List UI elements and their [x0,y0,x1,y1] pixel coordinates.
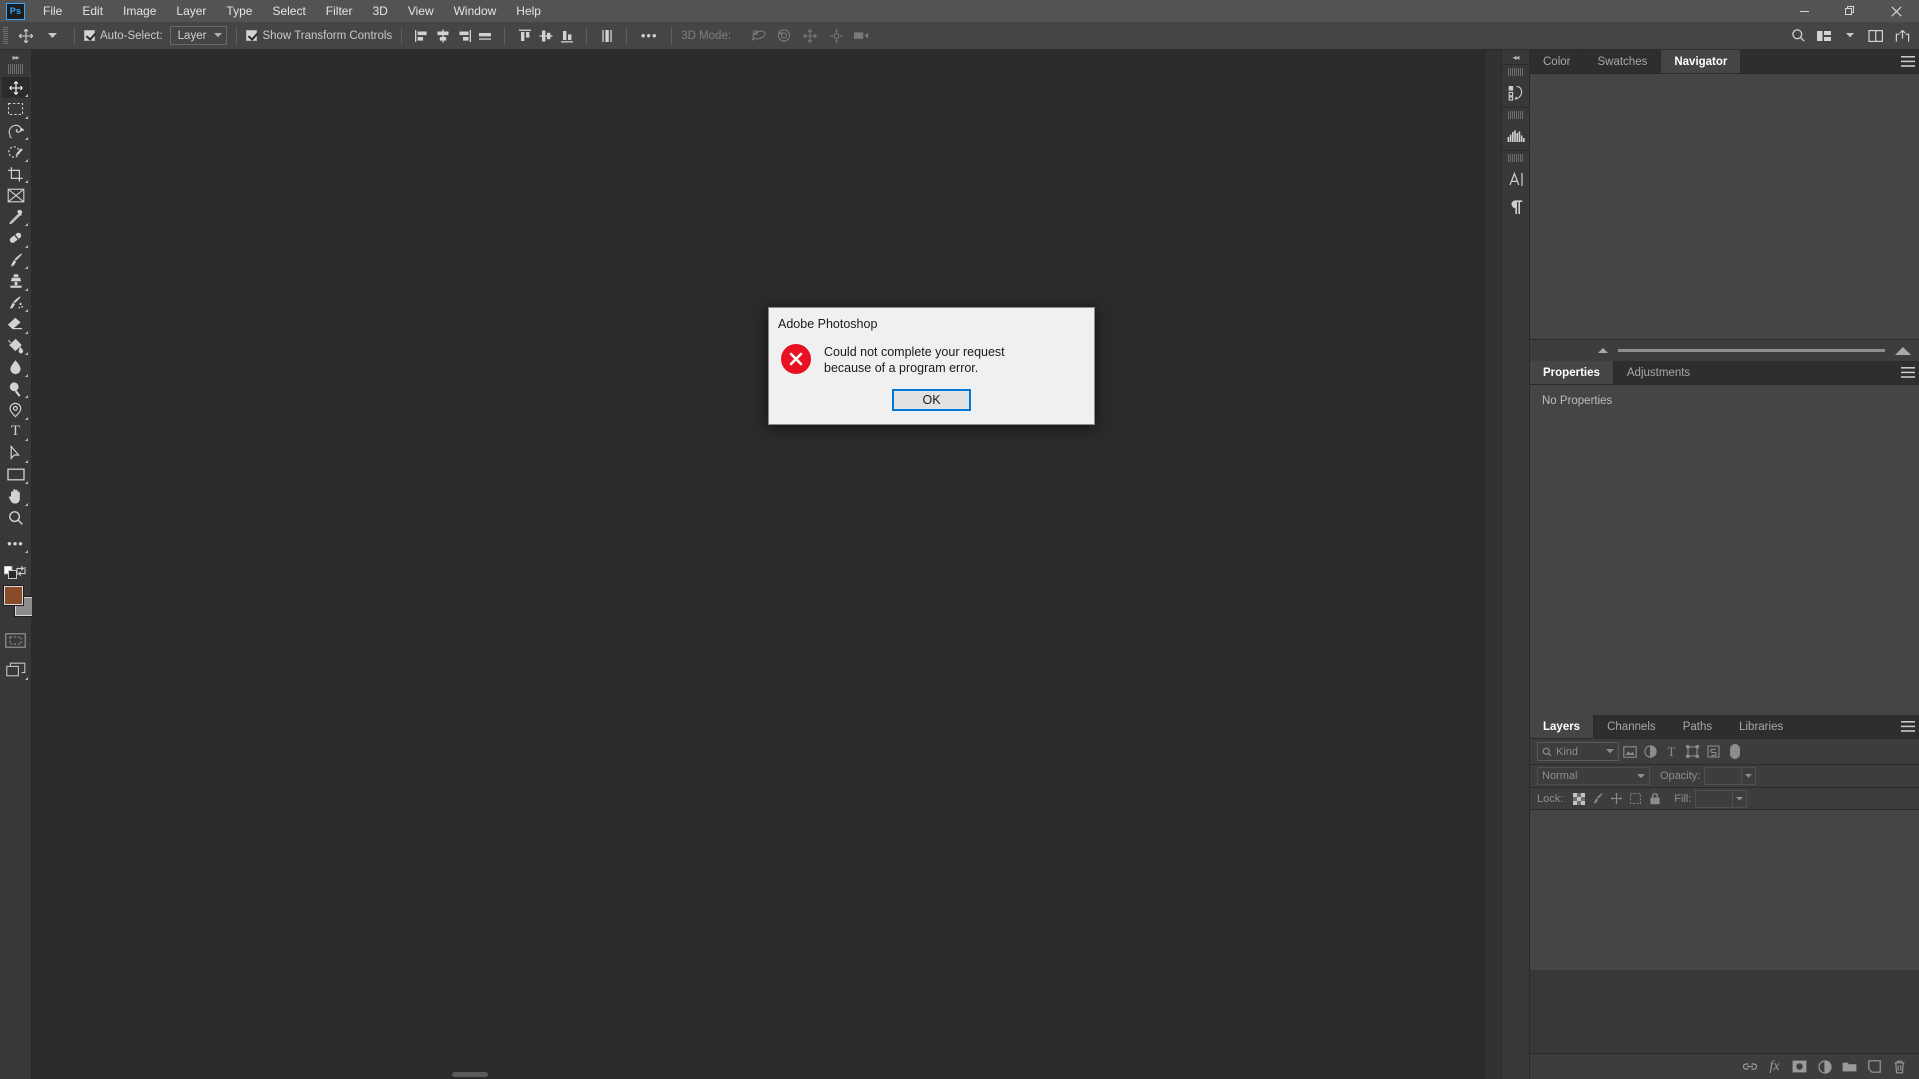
dialog-button-row: OK [769,389,1094,412]
dialog-message: Could not complete your request because … [824,345,1005,375]
dialog-content: Could not complete your request because … [769,331,1094,376]
dialog-title: Adobe Photoshop [778,317,878,331]
modal-overlay [0,0,1919,1079]
error-icon [781,344,811,374]
error-dialog: Adobe Photoshop Could not complete your … [768,307,1095,425]
photoshop-window: Ps File Edit Image Layer Type Select Fil… [0,0,1919,1079]
ok-button[interactable]: OK [892,389,971,412]
